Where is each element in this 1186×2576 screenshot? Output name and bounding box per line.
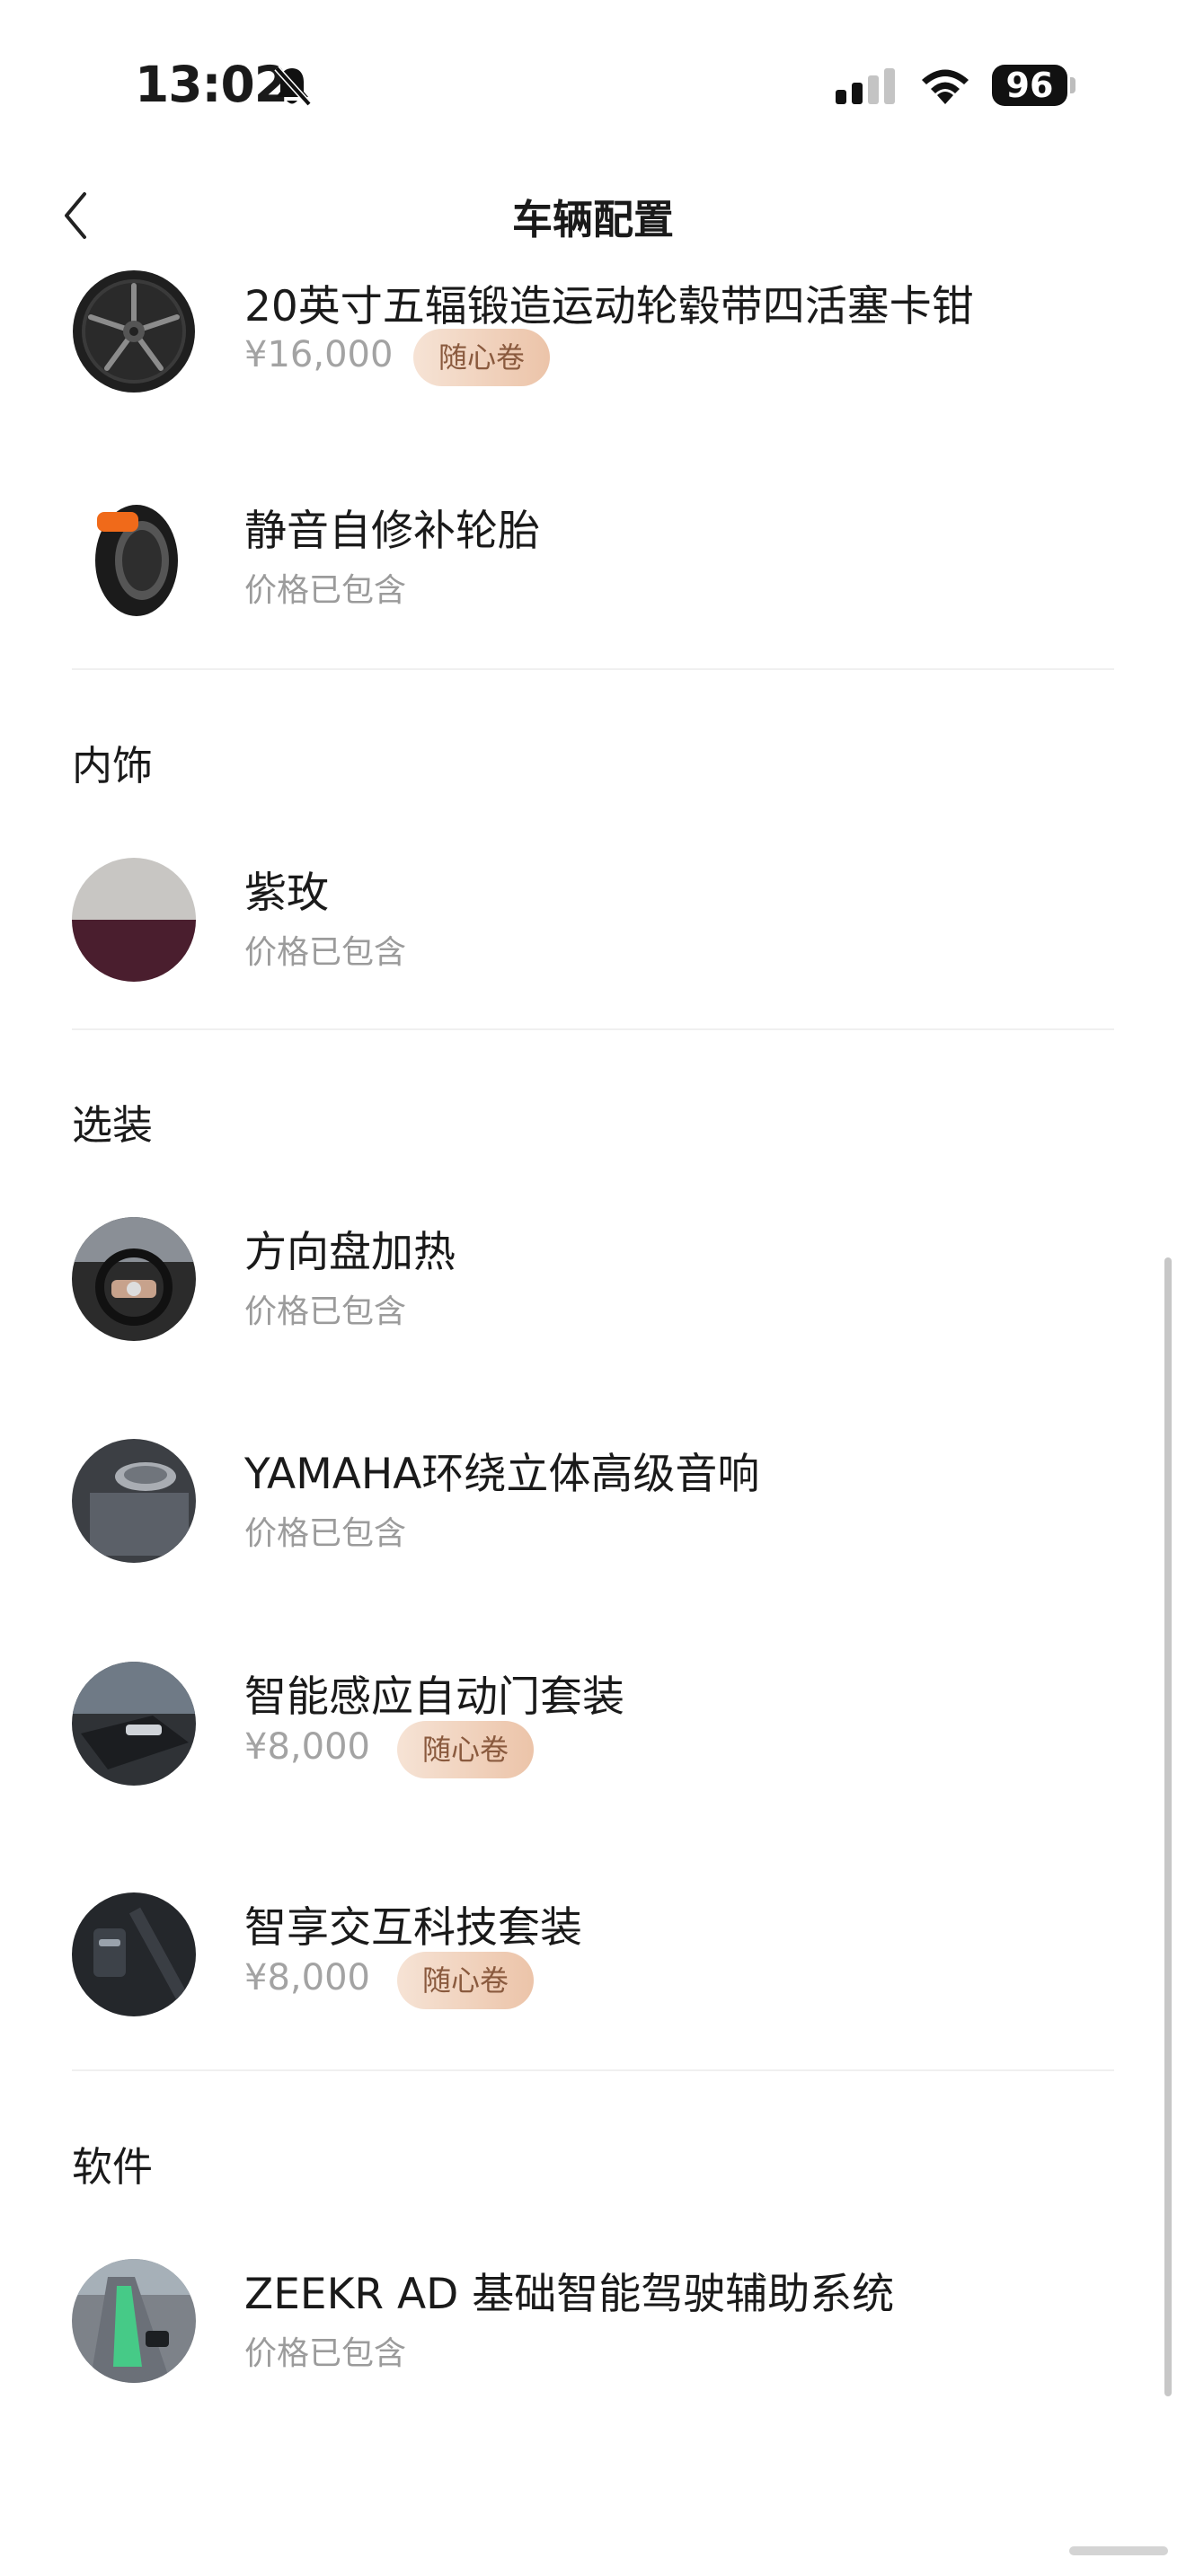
scrollbar[interactable] — [1164, 1257, 1172, 2396]
nav-bar: 车辆配置 — [0, 171, 1186, 260]
config-item-tech-package[interactable]: 智享交互科技套装 ¥8,000 随心卷 — [72, 1892, 1114, 2027]
config-item-auto-door[interactable]: 智能感应自动门套装 ¥8,000 随心卷 — [72, 1662, 1114, 1796]
section-heading-options: 选装 — [72, 1101, 154, 1149]
config-item-interior-color[interactable]: 紫玫 价格已包含 — [72, 858, 1114, 992]
wheel-rim-thumbnail — [73, 270, 195, 393]
divider — [72, 2069, 1114, 2071]
driving-assist-thumbnail — [72, 2259, 196, 2383]
item-title: ZEEKR AD 基础智能驾驶辅助系统 — [244, 2270, 895, 2319]
price-included-note: 价格已包含 — [244, 934, 407, 971]
interior-color-swatch — [72, 858, 196, 982]
config-item-wheels[interactable]: 20英寸五辐锻造运动轮毂带四活塞卡钳 ¥16,000 随心卷 — [72, 269, 1114, 404]
item-title: 20英寸五辐锻造运动轮毂带四活塞卡钳 — [244, 282, 974, 331]
divider — [72, 1028, 1114, 1030]
bell-muted-icon — [274, 66, 312, 107]
item-title: 紫玫 — [244, 869, 329, 918]
section-heading-software: 软件 — [72, 2143, 154, 2191]
cellular-signal-icon — [836, 68, 895, 104]
coupon-badge: 随心卷 — [397, 1952, 535, 2009]
price-included-note: 价格已包含 — [244, 572, 407, 609]
page-title: 车辆配置 — [511, 196, 674, 243]
item-price: ¥8,000 — [244, 1957, 370, 1998]
price-included-note: 价格已包含 — [244, 1515, 407, 1552]
tire-thumbnail — [72, 496, 196, 620]
home-indicator[interactable] — [1069, 2546, 1168, 2555]
item-title: 静音自修补轮胎 — [244, 507, 540, 556]
item-title: 智享交互科技套装 — [244, 1903, 582, 1953]
item-title: 方向盘加热 — [244, 1228, 456, 1277]
price-included-note: 价格已包含 — [244, 1293, 407, 1330]
config-item-zeekr-ad[interactable]: ZEEKR AD 基础智能驾驶辅助系统 价格已包含 — [72, 2259, 1114, 2394]
tech-package-thumbnail — [72, 1892, 196, 2016]
status-bar: 13:02 96 — [0, 0, 1186, 171]
item-title: 智能感应自动门套装 — [244, 1672, 624, 1722]
section-heading-interior: 内饰 — [72, 742, 154, 790]
steering-wheel-thumbnail — [72, 1217, 196, 1341]
price-included-note: 价格已包含 — [244, 2335, 407, 2372]
divider — [72, 668, 1114, 670]
item-title: YAMAHA环绕立体高级音响 — [244, 1450, 760, 1499]
coupon-badge: 随心卷 — [397, 1721, 535, 1778]
status-time: 13:02 — [135, 56, 288, 113]
coupon-badge: 随心卷 — [413, 329, 551, 386]
config-item-steering-heat[interactable]: 方向盘加热 价格已包含 — [72, 1217, 1114, 1352]
battery-indicator: 96 — [992, 65, 1067, 106]
wifi-icon — [922, 69, 969, 104]
speaker-thumbnail — [72, 1439, 196, 1563]
auto-door-thumbnail — [72, 1662, 196, 1786]
battery-cap — [1070, 77, 1075, 93]
config-item-tire[interactable]: 静音自修补轮胎 价格已包含 — [72, 496, 1114, 631]
item-price: ¥16,000 — [244, 334, 394, 375]
config-item-yamaha-audio[interactable]: YAMAHA环绕立体高级音响 价格已包含 — [72, 1439, 1114, 1574]
item-price: ¥8,000 — [244, 1726, 370, 1768]
